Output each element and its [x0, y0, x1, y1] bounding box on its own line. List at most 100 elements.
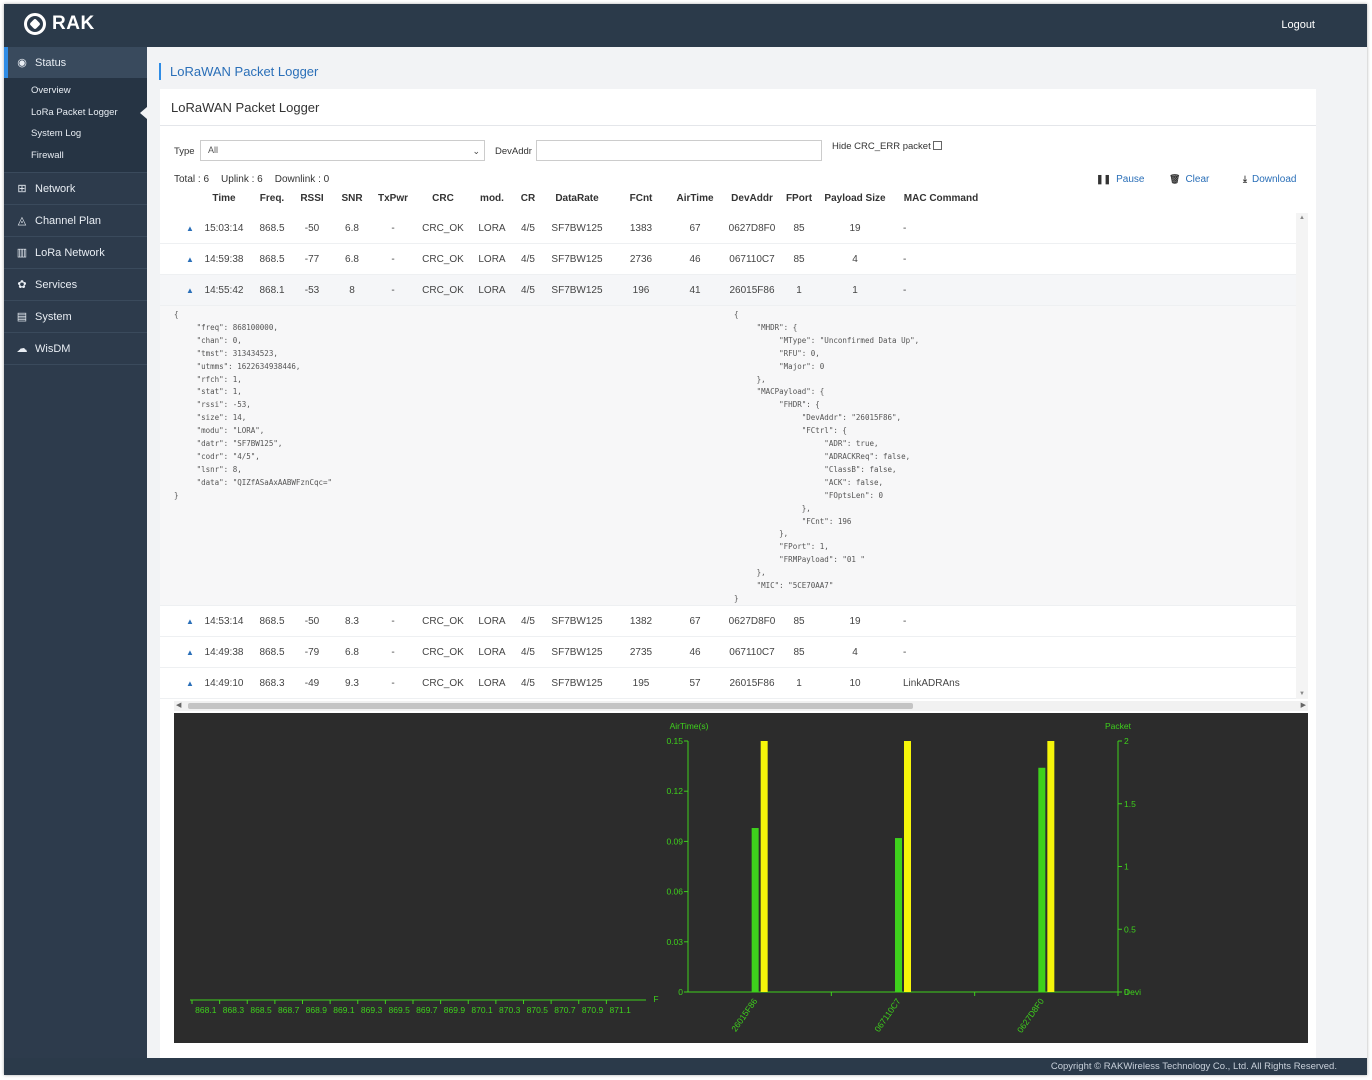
packet-bar: [1047, 741, 1055, 992]
sidebar-subitem-firewall[interactable]: Firewall: [4, 145, 147, 167]
cell-datarate: SF7BW125: [551, 616, 603, 627]
cell-txpwr: -: [391, 285, 395, 296]
expand-toggle-icon[interactable]: ▲: [184, 668, 196, 699]
expand-toggle-icon[interactable]: ▲: [184, 275, 196, 306]
column-header-freq[interactable]: Freq.: [252, 193, 292, 204]
cell-datarate: SF7BW125: [551, 678, 603, 689]
cell-crc: CRC_OK: [422, 285, 464, 296]
cell-cr: 4/5: [521, 647, 535, 658]
device-tick-label: 0627D8F0: [1015, 996, 1046, 1034]
table-horizontal-scrollbar[interactable]: ◀ ▶: [174, 701, 1308, 711]
mac-json-block: { "MHDR": { "MType": "Unconfirmed Data U…: [734, 310, 920, 603]
table-row[interactable]: ▲ 14:49:38 868.5 -79 6.8 - CRC_OK LORA 4…: [160, 637, 1296, 668]
cell-cr: 4/5: [521, 616, 535, 627]
download-icon: ⤓: [1243, 174, 1247, 184]
column-header-payload-size[interactable]: Payload Size: [818, 193, 892, 204]
scroll-down-icon[interactable]: ▼: [1299, 691, 1305, 697]
cell-fcnt: 196: [632, 285, 650, 296]
airtime-tick-label: 0: [678, 987, 683, 997]
uplink-count: Uplink : 6: [221, 174, 263, 185]
column-header-mod[interactable]: mod.: [470, 193, 514, 204]
scroll-right-icon[interactable]: ▶: [1301, 701, 1306, 709]
download-button[interactable]: ⤓ Download: [1243, 174, 1296, 185]
column-header-mac-command[interactable]: MAC Command: [900, 193, 982, 204]
sidebar-item-label: LoRa Network: [35, 246, 105, 259]
scroll-left-icon[interactable]: ◀: [176, 701, 181, 709]
freq-tick-label: 870.9: [582, 1005, 604, 1015]
hide-crc-label: Hide CRC_ERR packet: [832, 141, 931, 152]
scrollbar-thumb[interactable]: [188, 703, 913, 709]
sidebar-item-wisdm[interactable]: ☁ WisDM: [4, 333, 147, 364]
freq-tick-label: 869.9: [444, 1005, 466, 1015]
expand-toggle-icon[interactable]: ▲: [184, 637, 196, 668]
freq-tick-label: 870.7: [554, 1005, 576, 1015]
column-header-cr[interactable]: CR: [514, 193, 542, 204]
packet-bar: [904, 741, 911, 992]
cell-cr: 4/5: [521, 678, 535, 689]
panel-divider: [160, 125, 1316, 126]
column-header-snr[interactable]: SNR: [332, 193, 372, 204]
cell-crc: CRC_OK: [422, 647, 464, 658]
expand-toggle-icon[interactable]: ▲: [184, 213, 196, 244]
sidebar-subitem-lora-packet-logger[interactable]: LoRa Packet Logger: [4, 102, 147, 124]
column-header-airtime[interactable]: AirTime: [668, 193, 722, 204]
cell-freq: 868.5: [259, 223, 285, 234]
packet-axis-label: Packet: [1105, 721, 1132, 731]
sidebar-item-channel-plan[interactable]: ◬ Channel Plan: [4, 205, 147, 236]
devaddr-input[interactable]: [536, 140, 822, 161]
column-header-crc[interactable]: CRC: [416, 193, 470, 204]
type-select[interactable]: All ⌄: [200, 140, 485, 161]
table-row[interactable]: ▲ 14:53:14 868.5 -50 8.3 - CRC_OK LORA 4…: [160, 606, 1296, 637]
sidebar-item-services[interactable]: ✿ Services: [4, 269, 147, 300]
sidebar-group-lora-network: ▥ LoRa Network: [4, 237, 147, 269]
cell-airtime: 67: [689, 616, 701, 627]
cell-payload-size: 4: [852, 254, 858, 265]
freq-tick-label: 869.7: [416, 1005, 438, 1015]
sidebar-item-label: Services: [35, 278, 78, 291]
device-tick-label: 26015F86: [729, 996, 759, 1033]
column-header-datarate[interactable]: DataRate: [542, 193, 612, 204]
packet-detail: { "freq": 868100000, "chan": 0, "tmst": …: [160, 306, 1296, 606]
logout-button[interactable]: Logout: [1281, 19, 1315, 31]
cell-mod: LORA: [478, 616, 506, 627]
expand-toggle-icon[interactable]: ▲: [184, 606, 196, 637]
cell-mac-command: LinkADRAns: [903, 678, 960, 689]
cloud-icon: ☁: [16, 343, 28, 355]
hide-crc-checkbox[interactable]: [933, 141, 942, 150]
sidebar-item-network[interactable]: ⊞ Network: [4, 173, 147, 204]
scroll-up-icon[interactable]: ▲: [1299, 215, 1305, 221]
column-header-fcnt[interactable]: FCnt: [614, 193, 668, 204]
cell-payload-size: 4: [852, 647, 858, 658]
freq-tick-label: 868.7: [278, 1005, 300, 1015]
cell-txpwr: -: [391, 254, 395, 265]
footer: Copyright © RAKWireless Technology Co., …: [4, 1058, 1367, 1075]
cell-payload-size: 1: [852, 285, 858, 296]
cell-cr: 4/5: [521, 254, 535, 265]
sidebar-item-status[interactable]: ◉ Status: [4, 47, 147, 78]
table-row[interactable]: ▲ 14:59:38 868.5 -77 6.8 - CRC_OK LORA 4…: [160, 244, 1296, 275]
pause-button[interactable]: ❚❚ Pause: [1096, 174, 1144, 185]
column-header-fport[interactable]: FPort: [782, 193, 816, 204]
expand-toggle-icon[interactable]: ▲: [184, 244, 196, 275]
table-row[interactable]: ▲ 14:55:42 868.1 -53 8 - CRC_OK LORA 4/5…: [160, 275, 1296, 306]
sidebar-item-lora-network[interactable]: ▥ LoRa Network: [4, 237, 147, 268]
cell-fport: 85: [793, 223, 805, 234]
cell-rssi: -79: [304, 647, 320, 658]
column-header-time[interactable]: Time: [198, 193, 250, 204]
sidebar-subitem-overview[interactable]: Overview: [4, 80, 147, 102]
table-header: Time Freq. RSSI SNR TxPwr CRC mod. CR Da…: [160, 193, 1300, 211]
table-row[interactable]: ▲ 15:03:14 868.5 -50 6.8 - CRC_OK LORA 4…: [160, 213, 1296, 244]
sidebar-item-label: Channel Plan: [35, 214, 102, 227]
column-header-rssi[interactable]: RSSI: [292, 193, 332, 204]
sidebar-item-system[interactable]: ▤ System: [4, 301, 147, 332]
cell-mac-command: -: [903, 285, 907, 296]
chevron-down-icon: ⌄: [472, 146, 480, 156]
freq-tick-label: 869.1: [333, 1005, 355, 1015]
clear-button[interactable]: 🗑 Clear: [1169, 174, 1209, 185]
table-row[interactable]: ▲ 14:49:10 868.3 -49 9.3 - CRC_OK LORA 4…: [160, 668, 1296, 699]
airtime-tick-label: 0.12: [666, 786, 683, 796]
table-vertical-scrollbar[interactable]: ▲ ▼: [1296, 213, 1308, 699]
column-header-devaddr[interactable]: DevAddr: [722, 193, 782, 204]
sidebar-subitem-system-log[interactable]: System Log: [4, 123, 147, 145]
column-header-txpwr[interactable]: TxPwr: [372, 193, 414, 204]
